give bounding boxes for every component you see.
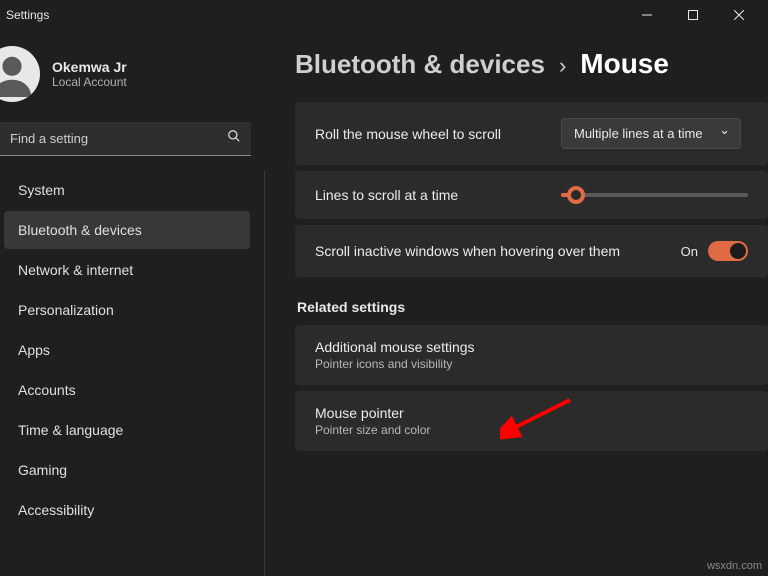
related-title: Related settings	[297, 299, 768, 315]
sidebar-item-apps[interactable]: Apps	[4, 331, 250, 369]
sidebar-item-accessibility[interactable]: Accessibility	[4, 491, 250, 529]
setting-roll-wheel: Roll the mouse wheel to scroll Multiple …	[295, 102, 768, 165]
nav: System Bluetooth & devices Network & int…	[0, 170, 265, 576]
search-icon	[227, 129, 241, 148]
watermark: wsxdn.com	[707, 560, 762, 572]
profile[interactable]: Okemwa Jr Local Account	[0, 38, 265, 118]
minimize-button[interactable]	[624, 0, 670, 30]
setting-inactive-windows: Scroll inactive windows when hovering ov…	[295, 225, 768, 277]
chevron-right-icon: ›	[559, 53, 566, 79]
link-desc: Pointer icons and visibility	[315, 357, 748, 371]
roll-wheel-dropdown[interactable]: Multiple lines at a time	[561, 118, 741, 149]
breadcrumb-parent[interactable]: Bluetooth & devices	[295, 49, 545, 80]
sidebar-item-network[interactable]: Network & internet	[4, 251, 250, 289]
setting-label: Lines to scroll at a time	[315, 187, 545, 203]
link-additional-mouse-settings[interactable]: Additional mouse settings Pointer icons …	[295, 325, 768, 385]
setting-label: Scroll inactive windows when hovering ov…	[315, 243, 665, 259]
sidebar-item-time[interactable]: Time & language	[4, 411, 250, 449]
breadcrumb-current: Mouse	[580, 48, 669, 80]
inactive-toggle[interactable]	[708, 241, 748, 261]
profile-name: Okemwa Jr	[52, 59, 127, 75]
titlebar: Settings	[0, 0, 768, 30]
sidebar-item-bluetooth[interactable]: Bluetooth & devices	[4, 211, 250, 249]
close-button[interactable]	[716, 0, 762, 30]
link-desc: Pointer size and color	[315, 423, 748, 437]
link-title: Additional mouse settings	[315, 339, 748, 355]
slider-thumb[interactable]	[567, 186, 585, 204]
search-input[interactable]	[10, 131, 227, 146]
sidebar-item-accounts[interactable]: Accounts	[4, 371, 250, 409]
link-mouse-pointer[interactable]: Mouse pointer Pointer size and color	[295, 391, 768, 451]
sidebar-item-system[interactable]: System	[4, 171, 250, 209]
breadcrumb: Bluetooth & devices › Mouse	[295, 48, 768, 80]
link-title: Mouse pointer	[315, 405, 748, 421]
sidebar-item-gaming[interactable]: Gaming	[4, 451, 250, 489]
setting-lines: Lines to scroll at a time	[295, 171, 768, 219]
sidebar: Okemwa Jr Local Account System Bluetooth…	[0, 30, 265, 576]
search-box[interactable]	[0, 122, 251, 156]
avatar	[0, 46, 40, 102]
content: Bluetooth & devices › Mouse Roll the mou…	[265, 30, 768, 576]
profile-sub: Local Account	[52, 75, 127, 89]
sidebar-item-personalization[interactable]: Personalization	[4, 291, 250, 329]
toggle-state-label: On	[681, 244, 698, 259]
setting-label: Roll the mouse wheel to scroll	[315, 126, 545, 142]
lines-slider[interactable]	[561, 193, 748, 197]
maximize-button[interactable]	[670, 0, 716, 30]
app-title: Settings	[6, 8, 49, 22]
